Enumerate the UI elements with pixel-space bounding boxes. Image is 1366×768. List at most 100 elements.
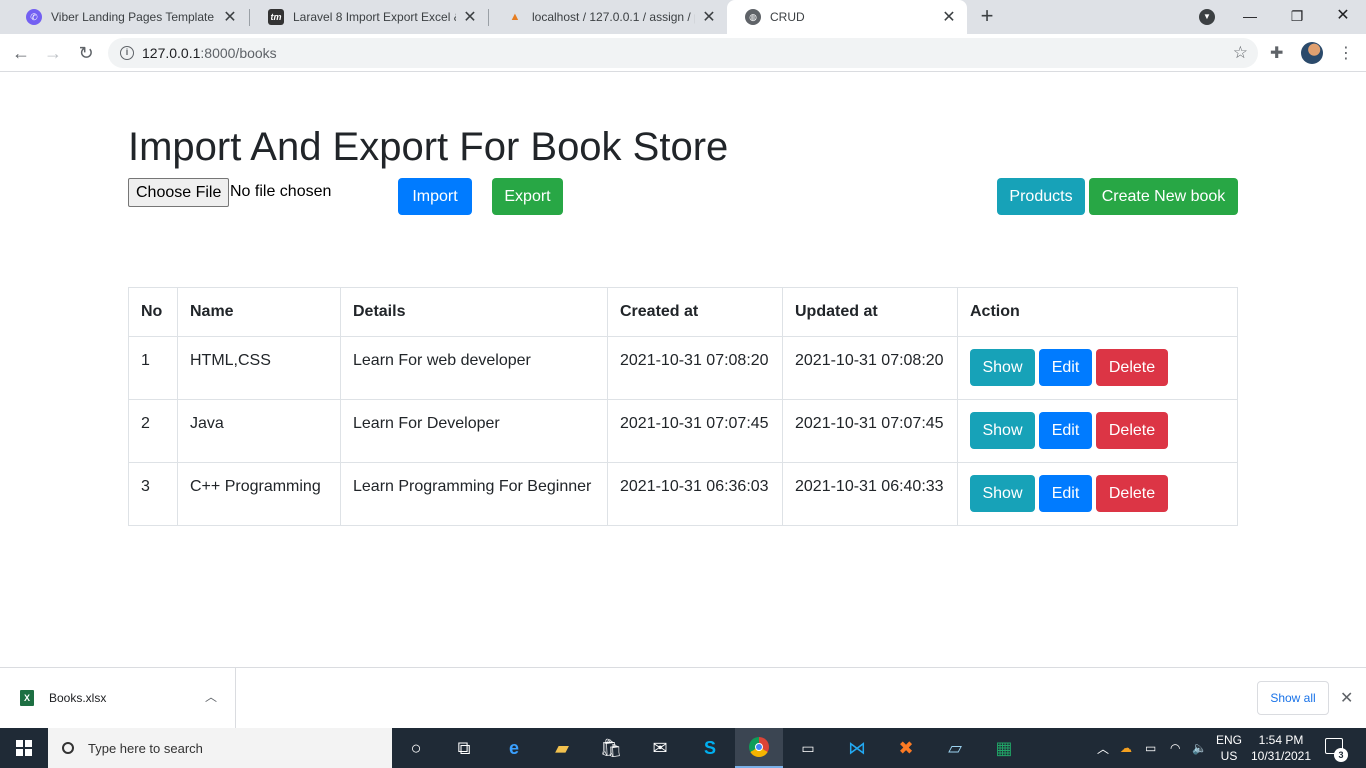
browser-menu-icon[interactable]: ⋮ [1338,43,1354,63]
xampp-icon[interactable]: ✖ [882,728,930,768]
new-tab-icon[interactable]: + [976,5,998,27]
file-explorer-icon[interactable]: ▰ [538,728,586,768]
cell-actions: Show Edit Delete [957,336,1238,400]
column-header: Name [177,287,341,337]
extensions-icon[interactable]: ✚ [1270,43,1283,63]
cell-name: HTML,CSS [177,336,341,400]
cell-name: C++ Programming [177,462,341,526]
wifi-icon[interactable]: ◠ [1170,728,1180,768]
column-header: Details [340,287,608,337]
search-icon [62,742,74,754]
cell-created: 2021-10-31 07:08:20 [607,336,783,400]
cell-updated: 2021-10-31 07:07:45 [782,399,958,463]
download-bar: X Books.xlsx ︿ Show all ✕ [0,667,1366,728]
battery-icon[interactable]: ▭ [1145,728,1156,768]
tab-phpmyadmin[interactable]: ▲ localhost / 127.0.0.1 / assign / prod … [489,0,727,34]
minimize-icon[interactable]: — [1235,2,1265,30]
taskbar-search-box[interactable]: Type here to search [48,728,392,768]
table-row: 1 HTML,CSS Learn For web developer 2021-… [128,336,1238,400]
windows-logo-icon [16,740,32,756]
tab-search-icon[interactable]: ▼ [1199,9,1215,25]
edit-button[interactable]: Edit [1039,412,1092,449]
tab-crud[interactable]: ◍ CRUD ✕ [727,0,967,34]
cell-created: 2021-10-31 07:07:45 [607,399,783,463]
close-tab-icon[interactable]: ✕ [222,7,238,27]
tab-title: Laravel 8 Import Export Excel & CSV [293,10,456,24]
reload-icon[interactable]: ↻ [75,42,97,64]
vscode-icon[interactable]: ⋈ [833,728,881,768]
tray-expand-icon[interactable]: ︿ [1097,728,1109,768]
cell-no: 3 [128,462,178,526]
volume-icon[interactable]: 🔈 [1192,728,1207,768]
url-host: 127.0.0.1 [142,45,201,61]
download-file-name: Books.xlsx [49,691,107,705]
close-download-bar-icon[interactable]: ✕ [1340,688,1353,708]
page-content: Import And Export For Book Store Choose … [0,73,1366,667]
terminal-icon[interactable]: ▭ [784,728,832,768]
edit-button[interactable]: Edit [1039,349,1092,386]
language-indicator[interactable]: ENG US [1214,732,1244,764]
phpmyadmin-icon: ▲ [509,11,521,23]
close-tab-icon[interactable]: ✕ [701,7,717,27]
cell-no: 1 [128,336,178,400]
edit-button[interactable]: Edit [1039,475,1092,512]
store-icon[interactable]: 🛍 [587,728,635,768]
column-header: Created at [607,287,783,337]
products-button[interactable]: Products [997,178,1085,215]
url-path: :8000/books [200,45,277,61]
show-button[interactable]: Show [970,412,1035,449]
delete-button[interactable]: Delete [1096,475,1168,512]
table-row: 3 C++ Programming Learn Programming For … [128,462,1238,526]
skype-icon[interactable]: S [686,728,734,768]
tab-title: Viber Landing Pages Template [51,10,215,24]
lang-region: US [1220,749,1238,763]
chevron-up-icon[interactable]: ︿ [205,688,217,705]
address-bar[interactable]: i 127.0.0.1:8000/books ☆ [108,38,1258,68]
profile-avatar[interactable] [1301,42,1323,64]
cloud-icon[interactable]: ☁ [1120,728,1132,768]
globe-icon: ◍ [745,9,761,25]
show-all-button[interactable]: Show all [1257,681,1329,715]
table-header-row: No Name Details Created at Updated at Ac… [128,287,1238,337]
forward-icon[interactable]: → [42,42,64,64]
choose-file-button[interactable]: Choose File [128,178,230,207]
show-button[interactable]: Show [970,349,1035,386]
bookmark-star-icon[interactable]: ☆ [1233,43,1248,63]
restore-icon[interactable]: ❐ [1282,2,1312,30]
column-header: Updated at [782,287,958,337]
create-book-button[interactable]: Create New book [1089,178,1238,215]
back-icon[interactable]: ← [10,42,32,64]
lang-code: ENG [1215,733,1242,747]
task-view-icon[interactable]: ⧉ [440,728,488,768]
books-table: No Name Details Created at Updated at Ac… [128,287,1238,526]
cell-no: 2 [128,399,178,463]
delete-button[interactable]: Delete [1096,349,1168,386]
tab-title: CRUD [770,10,805,24]
browser-toolbar: ← → ↻ i 127.0.0.1:8000/books ☆ [0,34,1366,72]
tm-icon: tm [268,9,284,25]
mail-icon[interactable]: ✉ [636,728,684,768]
clock-time: 1:54 PM [1258,733,1304,747]
clock[interactable]: 1:54 PM 10/31/2021 [1250,732,1312,764]
download-item[interactable]: X Books.xlsx ︿ [0,668,236,728]
tab-viber[interactable]: ✆ Viber Landing Pages Template ✕ [8,0,248,34]
cell-actions: Show Edit Delete [957,399,1238,463]
show-button[interactable]: Show [970,475,1035,512]
cell-actions: Show Edit Delete [957,462,1238,526]
start-button[interactable] [0,728,48,768]
notepad-icon[interactable]: ▱ [931,728,979,768]
delete-button[interactable]: Delete [1096,412,1168,449]
clock-date: 10/31/2021 [1250,749,1312,763]
edge-icon[interactable]: e [490,728,538,768]
site-info-icon[interactable]: i [120,46,134,60]
cortana-icon[interactable]: ○ [392,728,440,768]
import-button[interactable]: Import [398,178,472,215]
excel-icon[interactable]: ▦ [980,728,1028,768]
chrome-icon[interactable] [735,728,783,768]
close-tab-icon[interactable]: ✕ [462,7,478,27]
window-close-icon[interactable]: ✕ [1328,2,1358,30]
export-button[interactable]: Export [492,178,563,215]
excel-file-icon: X [20,690,34,706]
close-tab-icon[interactable]: ✕ [941,7,957,27]
tab-laravel[interactable]: tm Laravel 8 Import Export Excel & CSV ✕ [250,0,488,34]
